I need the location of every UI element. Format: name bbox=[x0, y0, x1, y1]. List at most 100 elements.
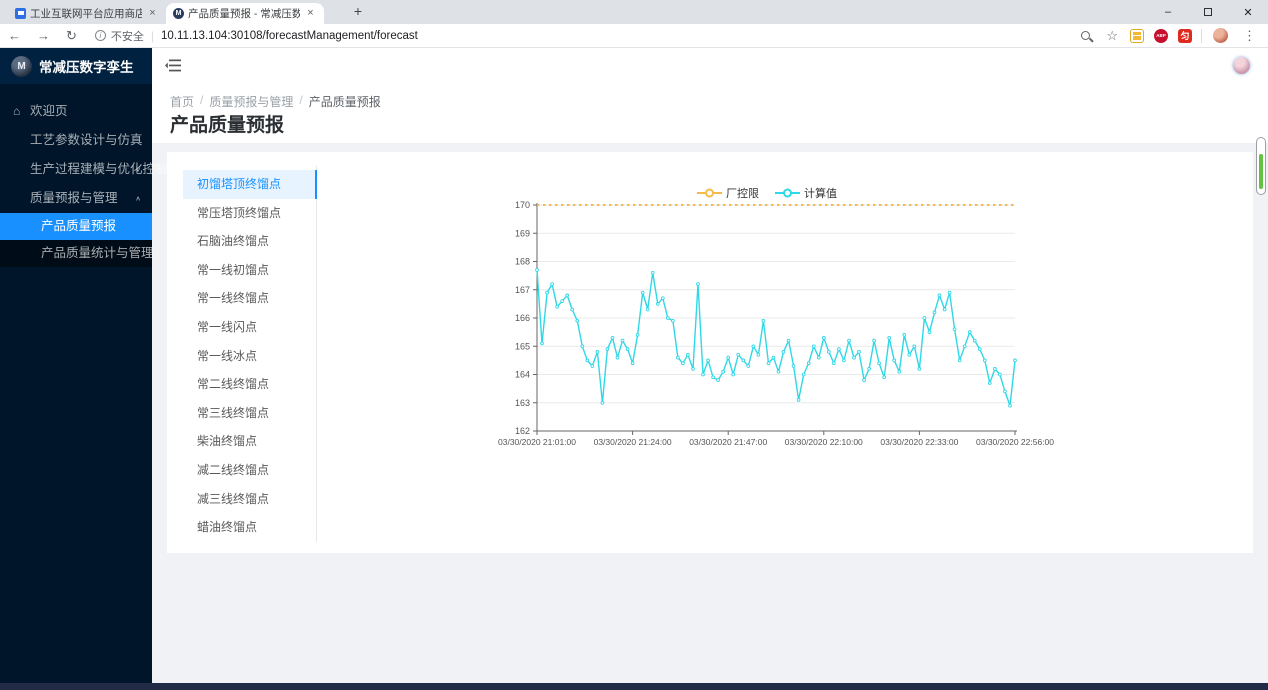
quality-tab-0[interactable]: 初馏塔顶终馏点 bbox=[183, 170, 316, 199]
browser-tab-1[interactable]: M 产品质量预报 - 常减压数字孪生 × bbox=[166, 3, 324, 24]
data-point bbox=[621, 339, 624, 342]
data-point bbox=[661, 297, 664, 300]
browser-profile-avatar[interactable] bbox=[1213, 28, 1228, 43]
quality-tab-7[interactable]: 常二线终馏点 bbox=[183, 370, 316, 399]
forecast-chart-area: 厂控限计算值 16216316416516616716816917003/30/… bbox=[497, 186, 1037, 458]
data-point bbox=[888, 336, 891, 339]
browser-tab-0[interactable]: 工业互联网平台应用商店 × bbox=[8, 3, 166, 24]
window-close-button[interactable]: ✕ bbox=[1228, 0, 1268, 24]
data-point bbox=[581, 345, 584, 348]
adblock-plus-icon[interactable]: ABP bbox=[1154, 29, 1168, 43]
data-point bbox=[551, 283, 554, 286]
legend-item-0[interactable]: 厂控限 bbox=[697, 185, 759, 201]
legend-marker-icon bbox=[697, 188, 722, 198]
quality-tab-1[interactable]: 常压塔顶终馏点 bbox=[183, 199, 316, 228]
bookmark-star-icon[interactable]: ☆ bbox=[1106, 28, 1118, 44]
data-point bbox=[646, 308, 649, 311]
data-point bbox=[692, 368, 695, 371]
new-tab-button[interactable]: + bbox=[348, 2, 368, 22]
data-point bbox=[556, 305, 559, 308]
zoom-icon[interactable] bbox=[1081, 31, 1090, 40]
data-point bbox=[1004, 390, 1007, 393]
data-point bbox=[677, 356, 680, 359]
sidebar-item-5[interactable]: 产品质量统计与管理 bbox=[0, 240, 152, 267]
legend-item-1[interactable]: 计算值 bbox=[775, 185, 837, 201]
security-chip[interactable]: i 不安全 | bbox=[95, 28, 161, 44]
data-point bbox=[963, 345, 966, 348]
address-bar-url[interactable]: 10.11.13.104:30108/forecastManagement/fo… bbox=[161, 30, 418, 42]
data-point bbox=[827, 351, 830, 354]
breadcrumb-separator: / bbox=[299, 93, 302, 110]
y-tick-label: 169 bbox=[515, 228, 530, 238]
app-favicon: M bbox=[173, 8, 184, 19]
data-point bbox=[727, 356, 730, 359]
window-maximize-button[interactable] bbox=[1188, 0, 1228, 24]
x-tick-label: 03/30/2020 21:01:00 bbox=[498, 437, 576, 447]
y-tick-label: 165 bbox=[515, 341, 530, 351]
extensions-grid-icon[interactable] bbox=[1130, 29, 1144, 43]
data-point bbox=[999, 373, 1002, 376]
data-point bbox=[848, 339, 851, 342]
data-point bbox=[767, 362, 770, 365]
data-point bbox=[903, 334, 906, 337]
quality-tab-11[interactable]: 减三线终馏点 bbox=[183, 485, 316, 514]
sidebar-item-3[interactable]: 质量预报与管理∧ bbox=[0, 184, 152, 213]
home-icon: ⌂ bbox=[13, 97, 20, 126]
breadcrumb-item-1[interactable]: 质量预报与管理 bbox=[209, 93, 293, 110]
sidebar-item-4[interactable]: 产品质量预报 bbox=[0, 213, 152, 240]
data-point bbox=[777, 370, 780, 373]
data-point bbox=[913, 345, 916, 348]
forward-icon[interactable]: → bbox=[37, 25, 50, 47]
quality-tab-6[interactable]: 常一线冰点 bbox=[183, 342, 316, 371]
quality-tab-2[interactable]: 石脑油终馏点 bbox=[183, 227, 316, 256]
legend-label: 厂控限 bbox=[726, 185, 759, 201]
data-point bbox=[858, 351, 861, 354]
page-header: 首页/质量预报与管理/产品质量预报 产品质量预报 bbox=[152, 84, 1268, 143]
quality-tab-4[interactable]: 常一线终馏点 bbox=[183, 284, 316, 313]
windows-taskbar[interactable] bbox=[0, 683, 1268, 690]
browser-menu-icon[interactable]: ⋮ bbox=[1243, 28, 1256, 44]
data-point bbox=[994, 368, 997, 371]
y-tick-label: 167 bbox=[515, 285, 530, 295]
tab-close-icon[interactable]: × bbox=[304, 7, 317, 20]
scrollbar-thumb[interactable] bbox=[1256, 137, 1266, 195]
quality-tab-3[interactable]: 常一线初馏点 bbox=[183, 256, 316, 285]
quality-tab-8[interactable]: 常三线终馏点 bbox=[183, 399, 316, 428]
data-point bbox=[792, 365, 795, 368]
quality-tab-12[interactable]: 蜡油终馏点 bbox=[183, 513, 316, 542]
page-title: 产品质量预报 bbox=[170, 110, 284, 137]
quality-line-chart: 16216316416516616716816917003/30/2020 21… bbox=[497, 202, 1037, 452]
data-point bbox=[833, 362, 836, 365]
quality-tab-9[interactable]: 柴油终馏点 bbox=[183, 427, 316, 456]
menu-fold-icon[interactable] bbox=[165, 58, 182, 73]
data-point bbox=[772, 356, 775, 359]
data-point bbox=[898, 370, 901, 373]
breadcrumb-item-0[interactable]: 首页 bbox=[170, 93, 194, 110]
logo-mark-icon: M bbox=[11, 56, 32, 77]
data-point bbox=[983, 359, 986, 362]
data-point bbox=[596, 351, 599, 354]
tab-title: 产品质量预报 - 常减压数字孪生 bbox=[188, 6, 300, 21]
breadcrumb-item-2[interactable]: 产品质量预报 bbox=[309, 93, 381, 110]
sidebar-item-0[interactable]: ⌂欢迎页 bbox=[0, 97, 152, 126]
back-icon[interactable]: ← bbox=[8, 25, 21, 47]
data-point bbox=[978, 348, 981, 351]
quality-tab-5[interactable]: 常一线闪点 bbox=[183, 313, 316, 342]
data-point bbox=[883, 376, 886, 379]
app-header bbox=[152, 48, 1268, 84]
page-scrollbar bbox=[1256, 137, 1266, 195]
sidebar-item-1[interactable]: 工艺参数设计与仿真 bbox=[0, 126, 152, 155]
user-avatar[interactable] bbox=[1233, 57, 1250, 74]
tab-close-icon[interactable]: × bbox=[146, 7, 159, 20]
chart-legend: 厂控限计算值 bbox=[497, 186, 1037, 200]
data-point bbox=[968, 331, 971, 334]
toolbar-divider bbox=[1201, 29, 1202, 43]
data-point bbox=[923, 317, 926, 320]
tab-title: 工业互联网平台应用商店 bbox=[30, 6, 142, 21]
translate-extension-icon[interactable]: 匀 bbox=[1178, 29, 1192, 43]
window-minimize-button[interactable]: – bbox=[1148, 0, 1188, 24]
maximize-icon bbox=[1204, 8, 1212, 16]
sidebar-item-2[interactable]: 生产过程建模与优化控制∨ bbox=[0, 155, 152, 184]
quality-tab-10[interactable]: 减二线终馏点 bbox=[183, 456, 316, 485]
reload-icon[interactable]: ↻ bbox=[66, 25, 77, 47]
